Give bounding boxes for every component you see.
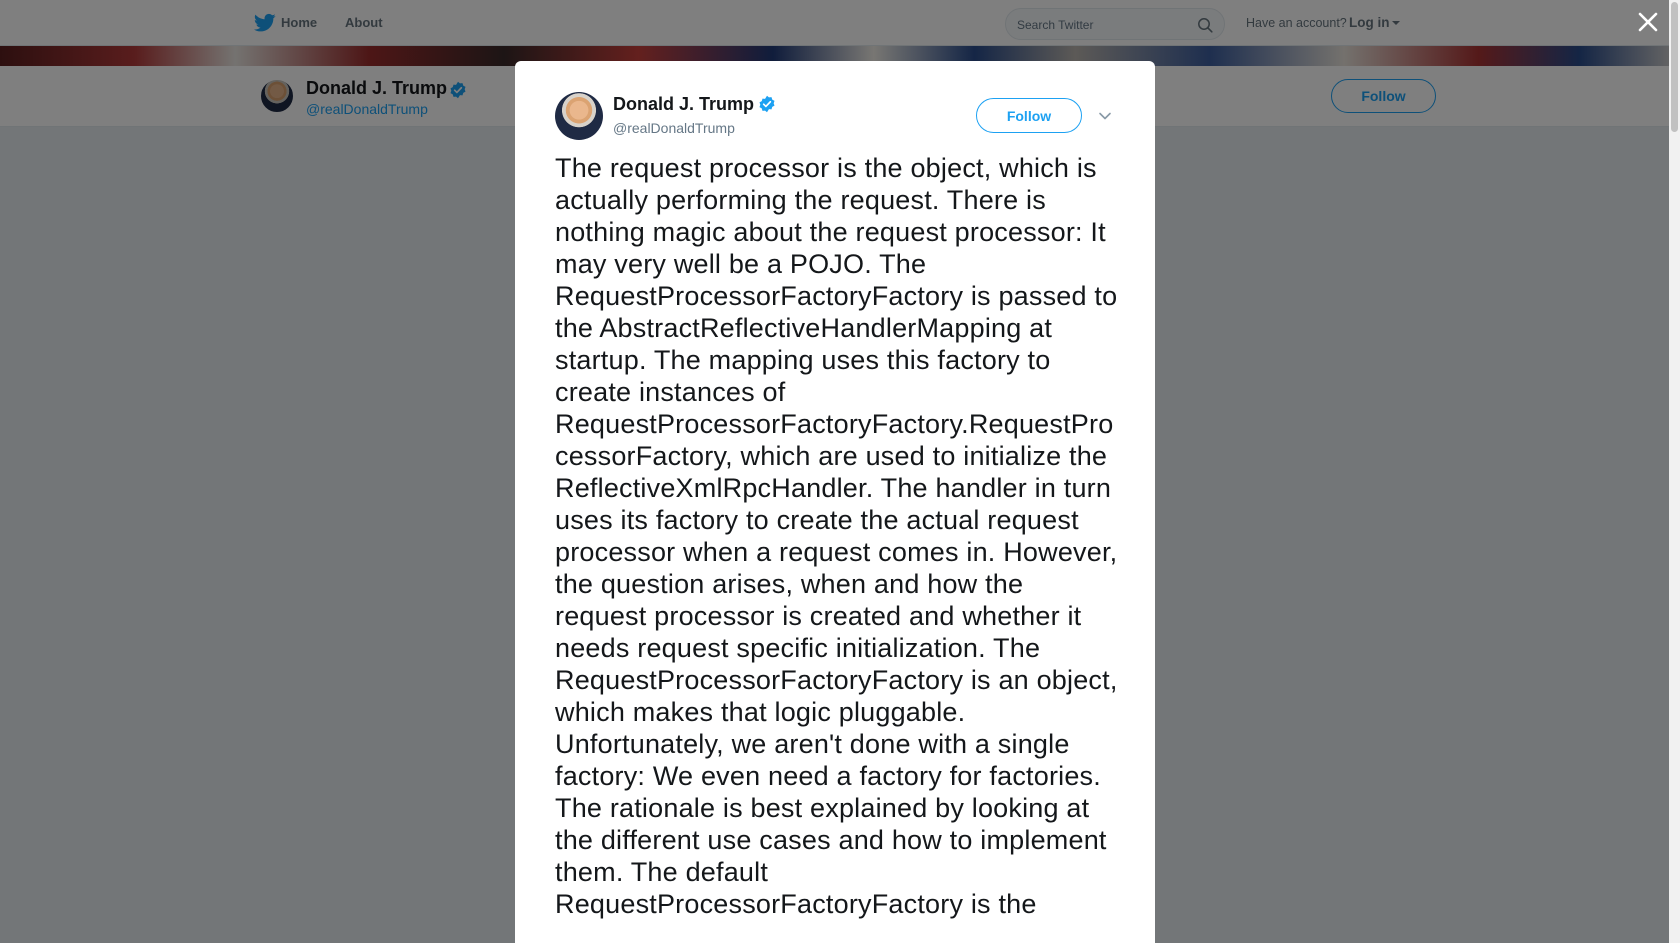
- tweet-follow-button[interactable]: Follow: [976, 98, 1082, 133]
- scrollbar-thumb[interactable]: [1671, 2, 1678, 132]
- scrollbar[interactable]: [1669, 0, 1680, 943]
- close-icon[interactable]: [1636, 10, 1660, 34]
- chevron-down-icon[interactable]: [1098, 109, 1112, 123]
- tweet-author-name[interactable]: Donald J. Trump: [613, 94, 754, 115]
- verified-badge-icon: [759, 95, 775, 113]
- avatar[interactable]: [555, 92, 603, 140]
- tweet-text: The request processor is the object, whi…: [555, 153, 1118, 919]
- tweet-modal: Donald J. Trump @realDonaldTrump Follow …: [515, 61, 1155, 943]
- tweet-author-handle[interactable]: @realDonaldTrump: [613, 120, 735, 136]
